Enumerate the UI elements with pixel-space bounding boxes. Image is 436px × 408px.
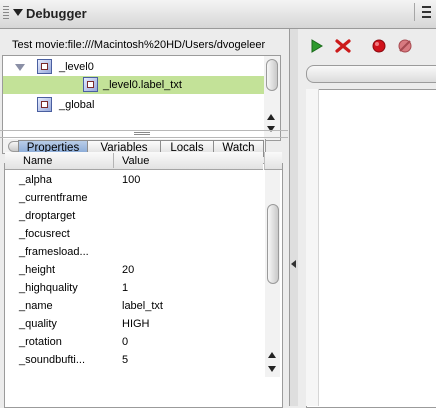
column-header-name[interactable]: Name [23, 155, 52, 167]
property-name: _alpha [19, 174, 53, 186]
continue-icon[interactable] [308, 37, 326, 55]
movieclip-icon [83, 77, 98, 92]
display-list-tree[interactable]: _level0 _level0.label_txt _global [2, 55, 266, 141]
splitter-grip-icon[interactable] [134, 132, 150, 136]
tree-vertical-scroll-thumb[interactable] [266, 59, 278, 91]
tree-vertical-scrollbar[interactable] [264, 55, 281, 141]
collapse-triangle-icon[interactable] [13, 9, 23, 16]
stop-debugging-icon[interactable] [334, 37, 352, 55]
property-name: _name [19, 300, 53, 312]
movie-path-label: Test movie:file:///Macintosh%20HD/Users/… [12, 39, 266, 51]
property-name: _highquality [19, 282, 78, 294]
scroll-up-icon[interactable] [267, 114, 275, 120]
tree-item-label: _global [59, 99, 95, 111]
property-value[interactable]: 0 [122, 336, 128, 348]
table-row[interactable]: _alpha 100 [5, 171, 263, 189]
table-row[interactable]: _framesload... [5, 243, 263, 261]
property-value[interactable]: 100 [122, 174, 140, 186]
tree-item-global[interactable]: _global [3, 94, 265, 112]
table-row[interactable]: _currentframe [5, 189, 263, 207]
movieclip-icon [37, 97, 52, 112]
expand-triangle-icon[interactable] [15, 64, 25, 71]
table-row[interactable]: _droptarget [5, 207, 263, 225]
column-header-value[interactable]: Value [122, 155, 149, 167]
table-row[interactable]: _highquality 1 [5, 279, 263, 297]
property-name: _focusrect [19, 228, 70, 240]
properties-scroll-thumb[interactable] [267, 204, 279, 284]
right-pane [298, 29, 436, 408]
table-row[interactable]: _name label_txt [5, 297, 263, 315]
properties-vertical-scrollbar[interactable] [265, 170, 280, 377]
tree-item-label: _level0 [59, 61, 94, 73]
property-value[interactable]: 20 [122, 264, 134, 276]
properties-header: Name Value [5, 152, 263, 170]
property-name: _height [19, 264, 56, 276]
table-row[interactable]: _soundbufti... 5 [5, 351, 263, 369]
table-row[interactable]: _rotation 0 [5, 333, 263, 351]
property-name: _currentframe [19, 192, 88, 204]
panel-header: Debugger [0, 0, 436, 29]
property-name: _soundbufti... [19, 354, 86, 366]
header-corner [264, 152, 282, 170]
table-row[interactable]: _height 20 [5, 261, 263, 279]
property-value[interactable]: 5 [122, 354, 128, 366]
property-name: _rotation [19, 336, 62, 348]
property-name: _droptarget [19, 210, 76, 222]
tree-item-level0[interactable]: _level0 [3, 58, 265, 76]
remove-all-breakpoints-icon[interactable] [396, 37, 414, 55]
scroll-down-icon[interactable] [268, 366, 276, 372]
column-divider[interactable] [113, 153, 114, 168]
scroll-up-icon[interactable] [268, 352, 276, 358]
script-location-bar[interactable] [306, 65, 436, 83]
table-row[interactable]: _quality HIGH [5, 315, 263, 333]
panel-title: Debugger [26, 6, 87, 21]
horizontal-splitter[interactable] [0, 130, 288, 138]
table-row[interactable]: _focusrect [5, 225, 263, 243]
tree-item-label-txt[interactable]: _level0.label_txt [3, 76, 265, 94]
movieclip-icon [37, 59, 52, 74]
code-gutter[interactable] [306, 89, 319, 406]
collapse-left-icon[interactable] [291, 260, 296, 268]
property-value[interactable]: label_txt [122, 300, 163, 312]
property-name: _quality [19, 318, 57, 330]
property-value[interactable]: 1 [122, 282, 128, 294]
panel-options-menu-icon[interactable] [414, 3, 433, 21]
panel-grip-handle[interactable] [3, 6, 9, 21]
property-name: _framesload... [19, 246, 89, 258]
tree-item-label: _level0.label_txt [103, 79, 182, 91]
toggle-breakpoint-icon[interactable] [370, 37, 388, 55]
property-value[interactable]: HIGH [122, 318, 150, 330]
code-view[interactable] [306, 89, 436, 408]
